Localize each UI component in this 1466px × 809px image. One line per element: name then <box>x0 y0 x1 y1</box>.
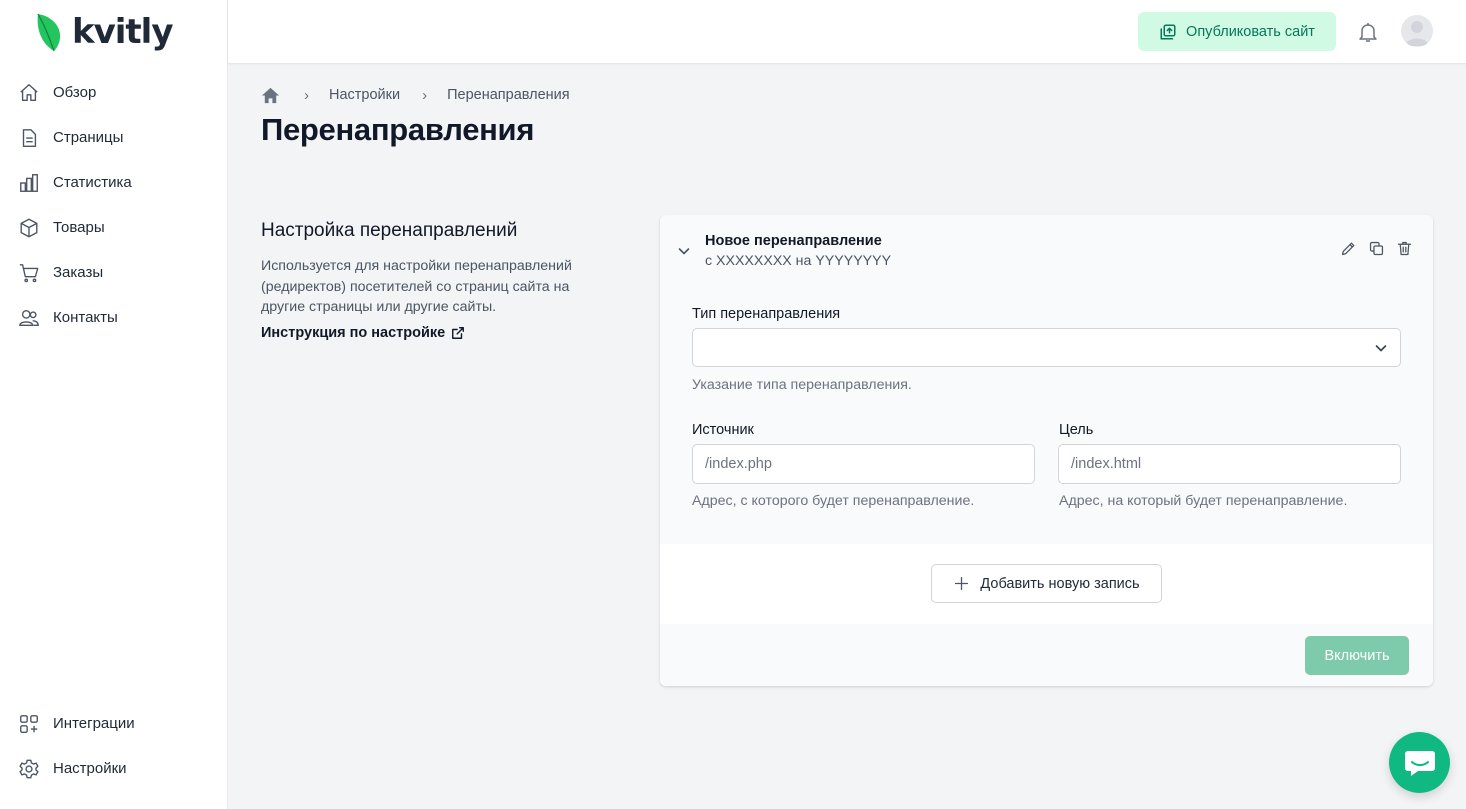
page-title: Перенаправления <box>261 112 535 147</box>
sidebar-item-label: Заказы <box>53 264 104 281</box>
chat-widget-button[interactable] <box>1389 732 1450 793</box>
publish-site-label: Опубликовать сайт <box>1186 23 1315 40</box>
section-title: Настройка перенаправлений <box>261 220 518 241</box>
add-new-entry-label: Добавить новую запись <box>980 575 1140 592</box>
publish-icon <box>1160 24 1176 39</box>
redirect-subtitle: с XXXXXXXX на YYYYYYYY <box>705 253 892 269</box>
redirect-card: Новое перенаправление с XXXXXXXX на YYYY… <box>660 215 1433 686</box>
sidebar-nav: Обзор Страницы Статистика Товары Заказы … <box>0 70 227 340</box>
sidebar-item-overview[interactable]: Обзор <box>0 70 227 115</box>
external-link-icon <box>452 327 465 339</box>
target-help: Адрес, на который будет перенаправление. <box>1059 493 1348 509</box>
bell-icon[interactable] <box>1356 20 1380 44</box>
pencil-icon[interactable] <box>1340 240 1357 257</box>
sidebar-item-integrations[interactable]: Интеграции <box>0 701 227 746</box>
plus-icon <box>955 576 969 591</box>
breadcrumb: › Настройки › Перенаправления <box>261 84 570 106</box>
home-icon <box>20 83 38 101</box>
sidebar-item-label: Страницы <box>53 129 124 146</box>
leaf-logo-icon <box>37 13 61 52</box>
card-footer: Включить <box>660 624 1433 686</box>
sidebar-item-orders[interactable]: Заказы <box>0 250 227 295</box>
cart-icon <box>19 263 39 282</box>
sidebar: kvitly Обзор Страницы Статистика Товары … <box>0 0 228 809</box>
users-icon <box>19 309 39 326</box>
top-header: Опубликовать сайт <box>228 0 1466 64</box>
sidebar-item-label: Обзор <box>53 84 97 101</box>
redirect-entry: Новое перенаправление с XXXXXXXX на YYYY… <box>660 215 1433 544</box>
target-label: Цель <box>1059 422 1094 438</box>
sidebar-item-settings[interactable]: Настройки <box>0 746 227 791</box>
redirect-title: Новое перенаправление <box>705 233 882 249</box>
sidebar-item-label: Интеграции <box>53 715 135 732</box>
redirect-type-help: Указание типа перенаправления. <box>692 377 912 393</box>
sidebar-item-label: Контакты <box>53 309 118 326</box>
user-avatar-icon <box>1405 21 1429 46</box>
breadcrumb-item-settings[interactable]: Настройки <box>329 87 400 103</box>
breadcrumb-separator-icon: › <box>422 86 428 104</box>
user-avatar[interactable] <box>1401 15 1433 47</box>
logo[interactable]: kvitly <box>36 10 173 54</box>
home-breadcrumb-icon[interactable] <box>261 86 280 105</box>
sidebar-item-label: Статистика <box>53 174 132 191</box>
chevron-down-icon[interactable] <box>676 243 692 259</box>
breadcrumb-separator-icon: › <box>304 86 309 104</box>
publish-site-button[interactable]: Опубликовать сайт <box>1138 12 1336 51</box>
setup-instructions-link[interactable]: Инструкция по настройке <box>261 325 465 341</box>
sidebar-item-statistics[interactable]: Статистика <box>0 160 227 205</box>
chat-bubble-icon <box>1404 750 1435 776</box>
sidebar-bottom-nav: Интеграции Настройки <box>0 701 227 791</box>
target-input[interactable] <box>1058 444 1401 484</box>
source-help: Адрес, с которого будет перенаправление. <box>692 493 975 509</box>
chart-bar-icon <box>20 173 38 192</box>
sidebar-item-products[interactable]: Товары <box>0 205 227 250</box>
integrations-icon <box>20 714 38 733</box>
chevron-down-icon <box>1375 345 1387 352</box>
logo-text: kvitly <box>72 12 173 52</box>
enable-button[interactable]: Включить <box>1305 636 1409 675</box>
document-icon <box>22 128 37 147</box>
source-input[interactable] <box>692 444 1035 484</box>
sidebar-item-pages[interactable]: Страницы <box>0 115 227 160</box>
sidebar-item-contacts[interactable]: Контакты <box>0 295 227 340</box>
source-label: Источник <box>692 422 754 438</box>
sidebar-item-label: Товары <box>53 219 105 236</box>
gear-icon <box>19 759 39 778</box>
add-new-entry-button[interactable]: Добавить новую запись <box>931 564 1162 603</box>
copy-icon[interactable] <box>1368 240 1385 257</box>
redirect-type-label: Тип перенаправления <box>692 306 841 322</box>
section-description: Используется для настройки перенаправлен… <box>261 258 572 315</box>
sidebar-item-label: Настройки <box>53 760 127 777</box>
breadcrumb-item-redirects[interactable]: Перенаправления <box>447 87 570 103</box>
redirect-type-select[interactable] <box>692 328 1401 367</box>
setup-instructions-label: Инструкция по настройке <box>261 325 446 341</box>
cube-icon <box>20 218 38 237</box>
trash-icon[interactable] <box>1396 240 1413 257</box>
